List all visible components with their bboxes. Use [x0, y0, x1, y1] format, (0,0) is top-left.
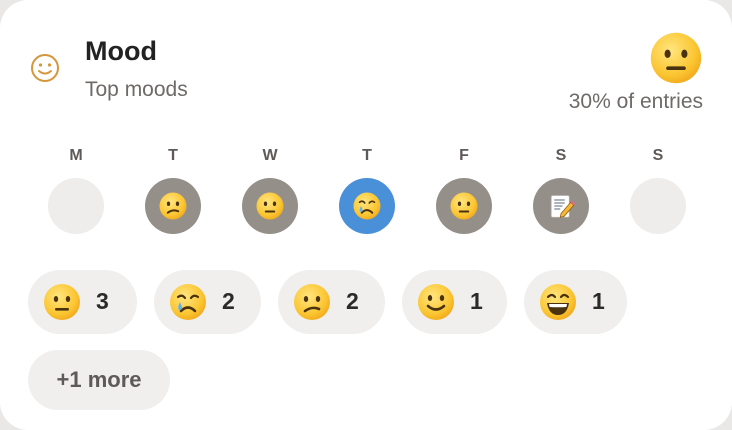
mood-count: 3 [96, 288, 109, 314]
mood-chip-neutral[interactable]: 3 [28, 270, 137, 334]
day-circle-filled[interactable] [436, 178, 492, 234]
top-mood-percent: 30% of entries [568, 90, 703, 113]
smiley-outline-icon [31, 54, 59, 82]
mood-count-list: 3 2 2 1 1 +1 more [28, 270, 708, 415]
mood-chip-slightly-smiling[interactable]: 1 [402, 270, 507, 334]
day-saturday[interactable]: S [533, 145, 589, 240]
day-letter: S [555, 147, 567, 164]
day-letter: T [362, 147, 372, 164]
more-moods-button[interactable]: +1 more [28, 350, 170, 410]
day-circle-filled[interactable] [145, 178, 201, 234]
mood-count: 2 [346, 288, 359, 314]
day-wednesday[interactable]: W [242, 145, 298, 240]
mood-count: 2 [222, 288, 235, 314]
grinning-face-icon [540, 284, 576, 320]
day-letter: M [69, 147, 83, 164]
neutral-face-icon [44, 284, 80, 320]
mood-widget[interactable]: Mood Top moods 30% of entries M T W T F … [0, 0, 732, 430]
day-letter: W [262, 147, 278, 164]
day-circle-empty[interactable] [630, 178, 686, 234]
day-circle-empty[interactable] [48, 178, 104, 234]
mood-chip-crying[interactable]: 2 [154, 270, 261, 334]
widget-title: Mood [85, 36, 157, 66]
day-circle-filled[interactable] [242, 178, 298, 234]
day-letter: F [459, 147, 469, 164]
crying-face-icon [353, 192, 381, 220]
confused-face-icon [159, 192, 187, 220]
crying-face-icon [170, 284, 206, 320]
neutral-face-icon [450, 192, 478, 220]
neutral-face-icon [256, 192, 284, 220]
day-tuesday[interactable]: T [145, 145, 201, 240]
day-monday[interactable]: M [48, 145, 104, 240]
neutral-face-icon [650, 32, 702, 84]
confused-face-icon [294, 284, 330, 320]
week-strip: M T W T F S S [27, 145, 707, 240]
day-circle-today[interactable] [339, 178, 395, 234]
memo-icon [550, 195, 576, 218]
mood-chip-grinning[interactable]: 1 [524, 270, 627, 334]
widget-subtitle: Top moods [85, 78, 188, 101]
mood-count: 1 [592, 288, 605, 314]
day-circle-filled[interactable] [533, 178, 589, 234]
mood-count: 1 [470, 288, 483, 314]
slightly-smiling-face-icon [418, 284, 454, 320]
day-sunday[interactable]: S [630, 145, 686, 240]
day-thursday[interactable]: T [339, 145, 395, 240]
day-letter: S [652, 147, 664, 164]
day-letter: T [168, 147, 178, 164]
day-friday[interactable]: F [436, 145, 492, 240]
mood-chip-confused[interactable]: 2 [278, 270, 385, 334]
